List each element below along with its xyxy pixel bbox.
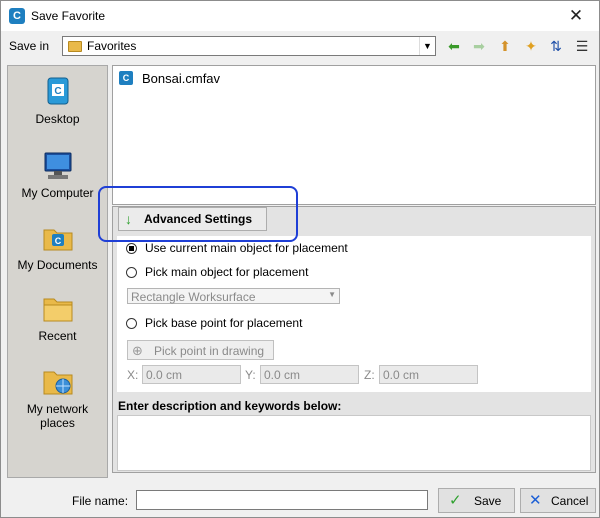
places-bar: C Desktop My Computer C My Documents Rec… [7, 65, 108, 478]
save-in-value: Favorites [87, 39, 137, 53]
svg-text:C: C [54, 86, 61, 97]
y-value: 0.0 cm [264, 368, 301, 382]
folder-icon [68, 41, 82, 52]
up-folder-button[interactable]: ⬆ [495, 36, 515, 56]
favorite-file-icon: C [119, 71, 133, 85]
x-label: X: [127, 368, 139, 382]
z-label: Z: [364, 368, 375, 382]
checkmark-icon: ✓ [449, 492, 462, 509]
place-label-desktop: Desktop [35, 112, 80, 126]
place-network[interactable]: My network places [8, 366, 107, 430]
place-label-my-computer: My Computer [21, 186, 94, 200]
save-favorite-dialog: C Save Favorite ✕ Save in Favorites ▼ ⬅ … [0, 0, 600, 518]
advanced-settings-label: Advanced Settings [144, 212, 253, 226]
description-input[interactable] [117, 415, 591, 471]
label-current-object: Use current main object for placement [145, 241, 348, 255]
object-select-value: Rectangle Worksurface [131, 290, 256, 304]
arrow-down-icon: ↓ [125, 211, 132, 227]
z-field[interactable]: 0.0 cm [379, 365, 478, 384]
radio-pick-base-point[interactable] [126, 318, 137, 329]
object-select[interactable]: Rectangle Worksurface ▼ [127, 288, 340, 304]
placement-options: Use current main object for placement Pi… [117, 236, 591, 392]
back-button[interactable]: ⬅ [444, 36, 464, 56]
label-pick-main-object: Pick main object for placement [145, 265, 309, 279]
crosshair-icon: ⊕ [132, 343, 143, 358]
sort-button[interactable]: ⇅ [546, 36, 566, 56]
y-field[interactable]: 0.0 cm [260, 365, 359, 384]
close-button[interactable]: ✕ [553, 1, 599, 31]
file-list[interactable]: C Bonsai.cmfav [112, 65, 596, 205]
recent-folder-icon [43, 298, 72, 322]
advanced-settings-button[interactable]: ↓ Advanced Settings [118, 207, 267, 231]
label-pick-base-point: Pick base point for placement [145, 316, 303, 330]
chevron-down-icon: ▼ [328, 290, 336, 299]
place-label-network: My network places [26, 402, 89, 430]
desktop-icon: C [47, 77, 68, 105]
place-my-computer[interactable]: My Computer [8, 150, 107, 200]
forward-button[interactable]: ➡ [469, 36, 489, 56]
network-folder-icon [43, 371, 72, 395]
save-in-label: Save in [9, 39, 50, 53]
place-desktop[interactable]: C Desktop [8, 76, 107, 126]
x-field[interactable]: 0.0 cm [142, 365, 241, 384]
window-title: Save Favorite [31, 9, 106, 23]
computer-icon [44, 152, 71, 179]
file-name-label: File name: [72, 494, 129, 508]
save-in-select[interactable]: Favorites ▼ [62, 36, 436, 56]
chevron-down-icon[interactable]: ▼ [419, 37, 435, 55]
pick-point-label: Pick point in drawing [154, 344, 265, 358]
save-label: Save [474, 494, 502, 508]
z-value: 0.0 cm [383, 368, 420, 382]
place-recent[interactable]: Recent [8, 293, 107, 343]
new-folder-button[interactable]: ✦ [521, 36, 541, 56]
place-my-documents[interactable]: C My Documents [8, 222, 107, 272]
advanced-settings-panel: ↓ Advanced Settings Use current main obj… [112, 206, 596, 473]
title-bar: C Save Favorite ✕ [1, 1, 599, 31]
radio-current-object[interactable] [126, 243, 137, 254]
radio-pick-main-object[interactable] [126, 267, 137, 278]
file-name-input[interactable] [136, 490, 428, 510]
app-icon: C [9, 8, 25, 24]
pick-point-button[interactable]: ⊕ Pick point in drawing [127, 340, 274, 360]
place-label-my-documents: My Documents [17, 258, 98, 272]
description-label: Enter description and keywords below: [118, 399, 342, 413]
place-label-recent: Recent [38, 329, 77, 343]
close-icon: ✕ [529, 492, 542, 509]
y-label: Y: [245, 368, 256, 382]
save-button[interactable]: ✓ Save [438, 488, 515, 513]
svg-text:C: C [54, 236, 61, 246]
cancel-button[interactable]: ✕ Cancel [520, 488, 596, 513]
view-menu-button[interactable]: ☰ [572, 36, 592, 56]
cancel-label: Cancel [551, 494, 589, 508]
documents-folder-icon: C [43, 229, 72, 251]
file-name: Bonsai.cmfav [142, 71, 221, 86]
x-value: 0.0 cm [146, 368, 183, 382]
